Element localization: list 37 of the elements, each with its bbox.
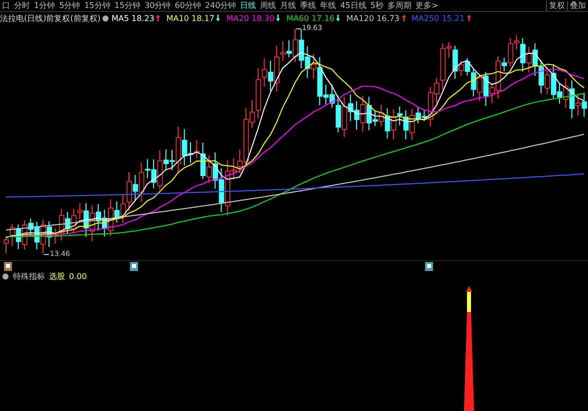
ma-legend: MA120 16.73 — [346, 14, 400, 22]
indicator-name: 特殊指标 — [13, 271, 45, 282]
settings-icon[interactable] — [2, 273, 9, 280]
period-tab[interactable]: 60分钟 — [172, 0, 203, 10]
indicator-label: 选股 — [49, 271, 65, 282]
leader-line — [43, 254, 50, 255]
toolbar-button[interactable]: 复权 — [546, 0, 567, 10]
period-tab[interactable]: 5分钟 — [57, 0, 82, 10]
period-tab[interactable]: 1分钟 — [32, 0, 58, 10]
signal-marker-icon — [130, 262, 138, 270]
period-tab[interactable]: 240分钟 — [202, 0, 238, 10]
period-tab[interactable]: 分时 — [12, 0, 32, 10]
period-tab[interactable]: 口 — [0, 0, 12, 10]
chart-title: 法拉电(日线)前复权(前复权) — [0, 12, 100, 24]
period-tab[interactable]: 多周期 — [386, 0, 414, 10]
period-tab[interactable]: 更多> — [414, 0, 440, 10]
settings-icon[interactable] — [102, 14, 110, 22]
period-tab[interactable]: 周线 — [258, 0, 278, 10]
signal-marker-icon — [425, 262, 433, 270]
period-tab[interactable]: 季线 — [298, 0, 318, 10]
period-tab[interactable]: 15分钟 — [82, 0, 112, 10]
ma-legend: MA60 17.16 — [286, 14, 334, 22]
period-tab[interactable]: 5秒 — [368, 0, 386, 10]
toolbar-button[interactable]: 叠加 — [567, 0, 588, 10]
period-tab[interactable]: 30分钟 — [142, 0, 173, 10]
indicator-value: 0.00 — [69, 272, 87, 281]
ma-legend: MA10 18.17 — [166, 14, 214, 22]
period-tab[interactable]: 45日线 — [338, 0, 368, 10]
ma-legend: MA20 18.30 — [226, 14, 274, 22]
signal-marker-icon — [4, 262, 12, 270]
ma-legend: MA5 18.23 — [111, 14, 154, 22]
ma-legend: MA250 15.21 — [412, 14, 465, 22]
period-tab[interactable]: 15分钟 — [112, 0, 143, 10]
leader-line — [296, 28, 302, 30]
period-tab[interactable]: 年线 — [318, 0, 338, 10]
period-tab[interactable]: 日线 — [238, 0, 258, 10]
period-tab[interactable]: 月线 — [278, 0, 298, 10]
